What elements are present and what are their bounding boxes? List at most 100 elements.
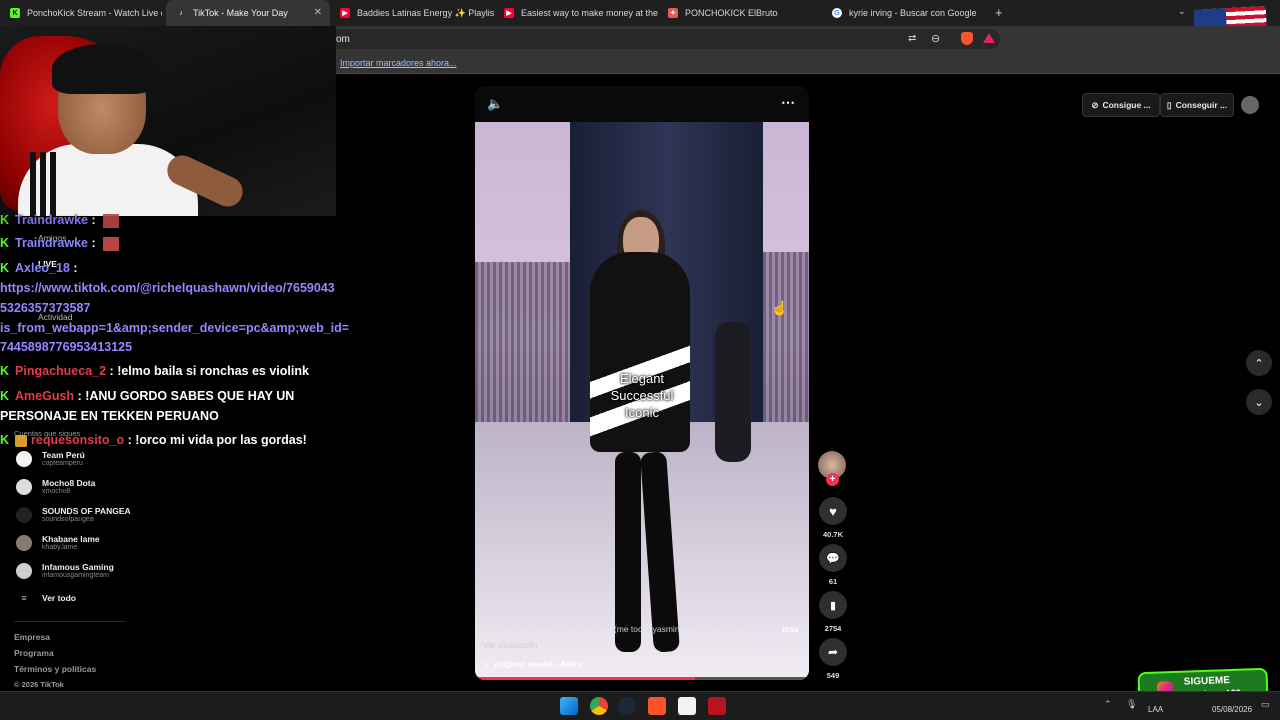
share-button[interactable]: ➦ (819, 638, 847, 666)
tab-elbruto[interactable]: ✦ PONCHOKICK ElBruto (658, 0, 822, 26)
music-note-icon: ♫ (483, 659, 490, 669)
chat-username[interactable]: Traindrawke (15, 236, 88, 250)
address-bar[interactable] (300, 29, 1000, 49)
chat-username[interactable]: Axleo_18 (15, 261, 70, 275)
footer-link-empresa[interactable]: Empresa (14, 632, 50, 642)
kick-icon: K (0, 389, 10, 403)
more-options-icon[interactable]: ⋯ (781, 94, 795, 111)
chat-text: !ANU GORDO SABES QUE HAY UN (85, 389, 295, 403)
chat-username[interactable]: requesonsito_o (31, 433, 124, 447)
notepad-icon[interactable] (678, 697, 696, 715)
tab-tiktok[interactable]: ♪ TikTok - Make Your Day ✕ (166, 0, 330, 26)
webcam-feed (0, 26, 336, 216)
video-description: Another one since u guys love her (me to… (483, 624, 757, 634)
tab-title: PONCHOKICK ElBruto (685, 8, 778, 18)
avatar (16, 506, 32, 523)
tab-easiest-way[interactable]: ▶ Easiest way to make money at the ca (494, 0, 658, 26)
tab-title: kyrie irving - Buscar con Google (849, 8, 977, 18)
following-item[interactable]: Team Perú copteamperu (16, 450, 85, 467)
next-video-button[interactable]: ⌄ (1246, 389, 1272, 415)
chat-username[interactable]: Pingachueca_2 (15, 364, 106, 378)
following-item[interactable]: SOUNDS OF PANGEA soundsofpangea (16, 506, 131, 523)
chevron-down-icon: ⌄ (1254, 396, 1264, 409)
new-tab-button[interactable]: + (995, 5, 1003, 20)
browser-tab-bar: K PonchoKick Stream - Watch Live on K ♪ … (0, 0, 1280, 26)
dota-icon[interactable] (708, 697, 726, 715)
chat-link-line[interactable]: is_from_webapp=1&amp;sender_device=pc&am… (0, 318, 349, 338)
profile-avatar[interactable] (1241, 96, 1259, 114)
brave-shield-icon[interactable] (961, 32, 973, 45)
heart-icon: ♥ (829, 503, 837, 519)
chevron-up-icon: ⌃ (1254, 357, 1264, 370)
import-bookmarks-link[interactable]: Importar marcadores ahora... (340, 58, 457, 68)
footer-link-terminos[interactable]: Términos y políticas (14, 664, 96, 674)
tray-chevron-icon[interactable]: ⌃ (1104, 699, 1112, 710)
video-progress-bar[interactable] (475, 677, 809, 680)
following-item[interactable]: Infamous Gaming infamousgamingteam (16, 562, 114, 579)
youtube-icon: ▶ (340, 8, 350, 18)
volume-icon[interactable]: 🔈 (487, 96, 503, 112)
translate-icon[interactable]: ⇄ (908, 33, 916, 44)
ver-todo-button[interactable]: ≡ Ver todo (16, 593, 76, 603)
emote-icon (103, 236, 120, 251)
windows-taskbar (0, 691, 1280, 720)
previous-video-button[interactable]: ⌃ (1246, 350, 1272, 376)
footer-link-programa[interactable]: Programa (14, 648, 54, 658)
kick-icon: K (0, 261, 10, 275)
brave-icon[interactable] (648, 697, 666, 715)
chat-text-continuation: PERSONAJE EN TEKKEN PERUANO (0, 409, 219, 423)
save-button[interactable]: ▮ (819, 591, 847, 619)
get-coins-button[interactable]: ⊘ Consigue ... (1082, 93, 1160, 117)
tab-title: TikTok - Make Your Day (193, 8, 288, 18)
microphone-icon[interactable]: 🎙 (1126, 699, 1137, 710)
model-leg (615, 452, 641, 652)
brave-rewards-icon[interactable] (983, 33, 995, 43)
notification-icon[interactable]: ▭ (1261, 699, 1270, 710)
comment-icon: 💬 (826, 552, 840, 565)
tab-ponchokick[interactable]: K PonchoKick Stream - Watch Live on K (0, 0, 162, 26)
chat-message: K Traindrawke : (0, 210, 120, 230)
share-icon: ➦ (827, 645, 839, 659)
follow-plus-icon[interactable]: + (826, 473, 839, 486)
avatar (16, 534, 32, 551)
youtube-icon: ▶ (504, 8, 514, 18)
sound-link[interactable]: ♫ original sound - Astro (483, 659, 582, 669)
zoom-icon[interactable]: ⊖ (931, 32, 940, 45)
comment-button[interactable]: 💬 (819, 544, 847, 572)
avatar (16, 450, 32, 467)
chat-link-line[interactable]: https://www.tiktok.com/@richelquashawn/v… (0, 278, 335, 298)
like-button[interactable]: ♥ (819, 497, 847, 525)
kick-icon: K (0, 433, 10, 447)
url-text: om (336, 34, 350, 45)
kick-icon: K (0, 213, 10, 227)
windows-start-icon[interactable] (560, 697, 578, 715)
mouse-cursor-icon: ☝ (771, 300, 789, 316)
get-app-button[interactable]: ▯ Conseguir ... (1160, 93, 1234, 117)
avatar (16, 478, 32, 495)
tab-google[interactable]: G kyrie irving - Buscar con Google (822, 0, 986, 26)
chat-link-line[interactable]: 5326357373587 (0, 298, 90, 318)
coin-icon: ⊘ (1091, 99, 1099, 110)
close-icon[interactable]: ✕ (314, 7, 322, 18)
chat-username[interactable]: Traindrawke (15, 213, 88, 227)
tab-title: Baddies Latinas Energy ✨ Playlist [T (357, 7, 494, 18)
translate-link[interactable]: Ver traducción (483, 640, 537, 650)
kick-icon: K (0, 364, 10, 378)
following-item[interactable]: Mocho8 Dota xmocho8 (16, 478, 95, 495)
system-date[interactable]: 05/08/2026 (1212, 705, 1252, 714)
video-player[interactable]: 🔈 ⋯ Elegant Successful Iconic Another on… (475, 86, 809, 680)
like-count: 40.7K (822, 530, 843, 539)
chevron-down-icon[interactable]: ⌄ (1178, 6, 1186, 17)
divider (14, 621, 126, 622)
chrome-icon[interactable] (590, 697, 608, 715)
following-item[interactable]: Khabane lame khaby.lame (16, 534, 100, 551)
chat-text: !orco mi vida por las gordas! (135, 433, 307, 447)
tab-playlist[interactable]: ▶ Baddies Latinas Energy ✨ Playlist [T (330, 0, 494, 26)
steam-icon[interactable] (618, 697, 636, 715)
save-count: 2754 (824, 624, 842, 633)
chat-link-line[interactable]: 7445898776953413125 (0, 337, 132, 357)
chat-username[interactable]: AmeGush (15, 389, 74, 403)
language-indicator[interactable]: LAA (1148, 705, 1163, 714)
more-description-link[interactable]: más (782, 624, 799, 634)
list-icon: ≡ (21, 593, 27, 603)
